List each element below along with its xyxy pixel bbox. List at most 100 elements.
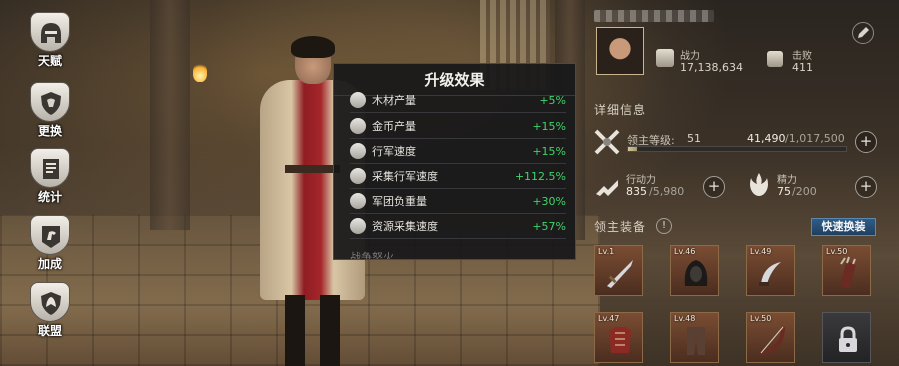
effect-name: 金币产量: [372, 120, 416, 133]
slot-level: Lv.50: [750, 314, 772, 323]
cart-icon: [350, 193, 366, 209]
sword-icon: [607, 260, 633, 288]
effect-name: 资源采集速度: [372, 220, 438, 233]
nav-item-statistics[interactable]: 统计: [20, 148, 80, 208]
effect-value: +112.5%: [514, 169, 566, 183]
dragon-shield-icon: [30, 282, 70, 322]
slot-level: Lv.47: [598, 314, 620, 323]
effect-value: +57%: [532, 219, 566, 233]
equipment-slot[interactable]: Lv.47: [594, 312, 643, 363]
defeat-icon: [767, 51, 783, 67]
horse-banner-icon: [30, 215, 70, 255]
lock-icon: [839, 326, 857, 352]
player-name-blurred: [594, 10, 714, 22]
helmet-icon: [30, 12, 70, 52]
shield-icon: [30, 82, 70, 122]
nav-label: 加成: [37, 257, 62, 271]
effect-value: +30%: [532, 194, 566, 208]
slot-level: Lv.48: [674, 314, 696, 323]
energy-icon: [744, 170, 774, 200]
effects-list[interactable]: 木材产量 +5% 金币产量 +15% 行军速度 +15% 采集行军速度 +112…: [334, 92, 575, 260]
hood-icon: [684, 260, 708, 286]
gather-icon: [350, 218, 366, 234]
equipment-slot[interactable]: Lv.49: [746, 245, 795, 296]
dagger-icon: [759, 262, 781, 286]
effect-name: 军团负重量: [372, 195, 427, 208]
character-leg-right: [320, 295, 340, 366]
quiver-icon: [840, 256, 856, 289]
nav-item-talent[interactable]: 天赋: [20, 12, 80, 72]
nav-label: 更换: [37, 124, 62, 138]
effect-name: 战争怒火: [350, 250, 394, 260]
xp-progress-bar: [627, 146, 847, 152]
equipment-slot[interactable]: Lv.48: [670, 312, 719, 363]
armor-icon: [609, 327, 631, 353]
edit-icon[interactable]: [852, 22, 874, 44]
wood-icon: [350, 92, 366, 108]
effect-name: 行军速度: [372, 145, 416, 158]
action-current: 835: [626, 185, 647, 198]
defeat-label: 击败: [792, 51, 812, 62]
slot-level: Lv.46: [674, 247, 696, 256]
bow-icon: [760, 326, 785, 355]
effect-row: 木材产量 +5%: [350, 88, 566, 113]
defeat-value: 411: [792, 61, 813, 74]
power-value: 17,138,634: [680, 61, 743, 74]
slot-level: Lv.1: [598, 247, 615, 256]
action-power-icon: [592, 172, 622, 202]
nav-item-bonus[interactable]: 加成: [20, 215, 80, 275]
energy-add-button[interactable]: +: [855, 176, 877, 198]
upgrade-effects-popup[interactable]: 升级效果 木材产量 +5% 金币产量 +15% 行军速度 +15% 采集行军速度…: [333, 63, 576, 260]
effect-value: +15%: [532, 119, 566, 133]
equipment-slot-locked[interactable]: [822, 312, 871, 363]
equipment-slot[interactable]: Lv.50: [746, 312, 795, 363]
nav-item-alliance[interactable]: 联盟: [20, 282, 80, 342]
effect-row-partial: 战争怒火: [350, 244, 566, 260]
action-add-button[interactable]: +: [703, 176, 725, 198]
equipment-slot[interactable]: Lv.1: [594, 245, 643, 296]
lord-level-value: 51: [687, 132, 701, 145]
energy-max: /200: [792, 185, 817, 198]
slot-level: Lv.50: [826, 247, 848, 256]
quick-swap-button[interactable]: 快速换装: [811, 218, 876, 236]
avatar[interactable]: [596, 27, 644, 75]
pickaxe-icon: [350, 168, 366, 184]
action-label: 行动力: [626, 175, 656, 186]
nav-item-change[interactable]: 更换: [20, 82, 80, 142]
effect-name: 木材产量: [372, 94, 416, 107]
details-title: 详细信息: [594, 103, 647, 117]
energy-current: 75: [777, 185, 791, 198]
character-leg-left: [285, 295, 305, 366]
pants-icon: [687, 327, 705, 355]
lord-info-panel: 战力 17,138,634 击败 411 详细信息 领主等级: 51 41,49…: [580, 0, 899, 366]
power-icon: [656, 49, 674, 67]
effect-value: +15%: [532, 144, 566, 158]
effect-row: 资源采集速度 +57%: [350, 214, 566, 239]
effect-row: 军团负重量 +30%: [350, 189, 566, 214]
effect-row: 金币产量 +15%: [350, 114, 566, 139]
nav-label: 联盟: [37, 324, 62, 338]
scroll-icon: [30, 148, 70, 188]
equipment-slot[interactable]: Lv.50: [822, 245, 871, 296]
equipment-info-icon[interactable]: !: [656, 218, 672, 234]
action-max: /5,980: [649, 185, 685, 198]
energy-label: 精力: [777, 175, 797, 186]
slot-level: Lv.49: [750, 247, 772, 256]
effect-row: 采集行军速度 +112.5%: [350, 164, 566, 189]
xp-add-button[interactable]: +: [855, 131, 877, 153]
crossed-swords-icon: [592, 127, 622, 157]
character-hair: [291, 36, 335, 58]
xp-progress-fill: [628, 147, 637, 151]
boot-icon: [350, 143, 366, 159]
effect-row: 行军速度 +15%: [350, 139, 566, 164]
xp-current: 41,490: [747, 132, 786, 145]
torch-flame-left: [193, 62, 207, 82]
xp-max: /1,017,500: [785, 132, 845, 145]
nav-label: 天赋: [37, 54, 62, 68]
coin-icon: [350, 118, 366, 134]
pillar-left: [150, 0, 190, 230]
equipment-slot[interactable]: Lv.46: [670, 245, 719, 296]
character-belt: [285, 165, 340, 173]
effect-value: +5%: [539, 93, 566, 107]
nav-label: 统计: [37, 190, 62, 204]
